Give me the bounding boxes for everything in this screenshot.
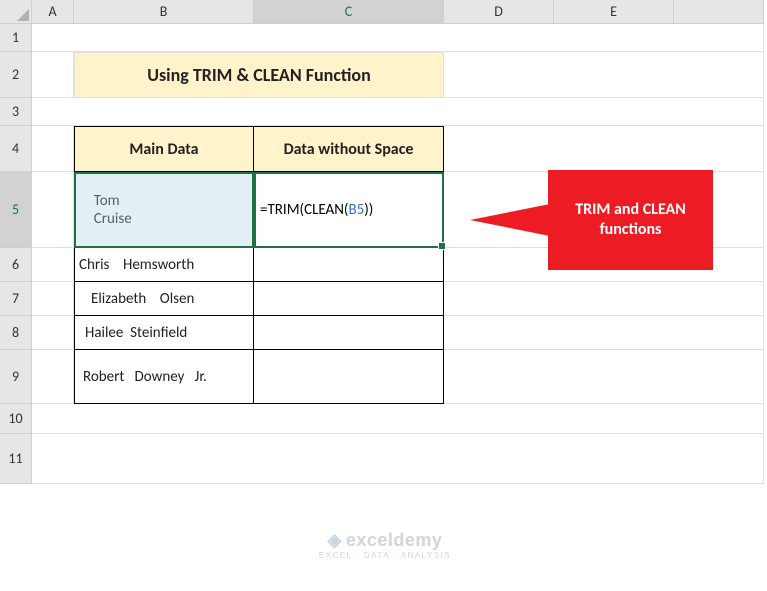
cell-B8[interactable]: Hailee Steinfield [74, 316, 254, 350]
table-header-without-space[interactable]: Data without Space [254, 126, 444, 172]
col-header-B[interactable]: B [74, 0, 254, 24]
cell-B7[interactable]: Elizabeth Olsen [74, 282, 254, 316]
cube-icon: ◈ [328, 530, 342, 550]
row-header-3[interactable]: 3 [0, 98, 32, 126]
cell-B6[interactable]: Chris Hemsworth [74, 248, 254, 282]
cell-row7-rest[interactable] [444, 282, 764, 316]
row-header-10[interactable]: 10 [0, 404, 32, 434]
row-header-9[interactable]: 9 [0, 350, 32, 404]
cell-A5[interactable] [32, 172, 74, 248]
row-header-4[interactable]: 4 [0, 126, 32, 172]
col-header-overflow [674, 0, 764, 24]
cell-A4[interactable] [32, 126, 74, 172]
cell-A7[interactable] [32, 282, 74, 316]
watermark: ◈exceldemy EXCEL · DATA · ANALYSIS [285, 530, 485, 560]
title-cell[interactable]: Using TRIM & CLEAN Function [74, 52, 444, 98]
cell-C7[interactable] [254, 282, 444, 316]
col-header-D[interactable]: D [444, 0, 554, 24]
callout-box: TRIM and CLEAN functions [548, 170, 713, 270]
cell-row10[interactable] [32, 404, 764, 434]
row-header-7[interactable]: 7 [0, 282, 32, 316]
table-header-main-data[interactable]: Main Data [74, 126, 254, 172]
cell-A6[interactable] [32, 248, 74, 282]
callout-arrow-icon [470, 204, 550, 236]
row-header-5[interactable]: 5 [0, 172, 32, 248]
cell-C6[interactable] [254, 248, 444, 282]
cell-C9[interactable] [254, 350, 444, 404]
row-header-6[interactable]: 6 [0, 248, 32, 282]
cell-A2[interactable] [32, 52, 74, 98]
col-header-E[interactable]: E [554, 0, 674, 24]
cell-row8-rest[interactable] [444, 316, 764, 350]
row-header-1[interactable]: 1 [0, 24, 32, 52]
row-header-2[interactable]: 2 [0, 52, 32, 98]
cell-row1[interactable] [32, 24, 764, 52]
cell-C5[interactable]: =TRIM(CLEAN(B5)) [254, 172, 444, 248]
cell-B9[interactable]: Robert Downey Jr. [74, 350, 254, 404]
select-all-corner[interactable] [0, 0, 32, 24]
cell-row9-rest[interactable] [444, 350, 764, 404]
cell-B5[interactable]: Tom Cruise [74, 172, 254, 248]
col-header-C[interactable]: C [254, 0, 444, 24]
row-header-8[interactable]: 8 [0, 316, 32, 350]
cell-row2-rest[interactable] [444, 52, 764, 98]
cell-row3[interactable] [32, 98, 764, 126]
cell-row4-rest[interactable] [444, 126, 764, 172]
col-header-A[interactable]: A [32, 0, 74, 24]
cell-A9[interactable] [32, 350, 74, 404]
formula-text: =TRIM(CLEAN(B5)) [260, 201, 373, 219]
cell-row11[interactable] [32, 434, 764, 484]
cell-C8[interactable] [254, 316, 444, 350]
row-header-11[interactable]: 11 [0, 434, 32, 484]
cell-A8[interactable] [32, 316, 74, 350]
